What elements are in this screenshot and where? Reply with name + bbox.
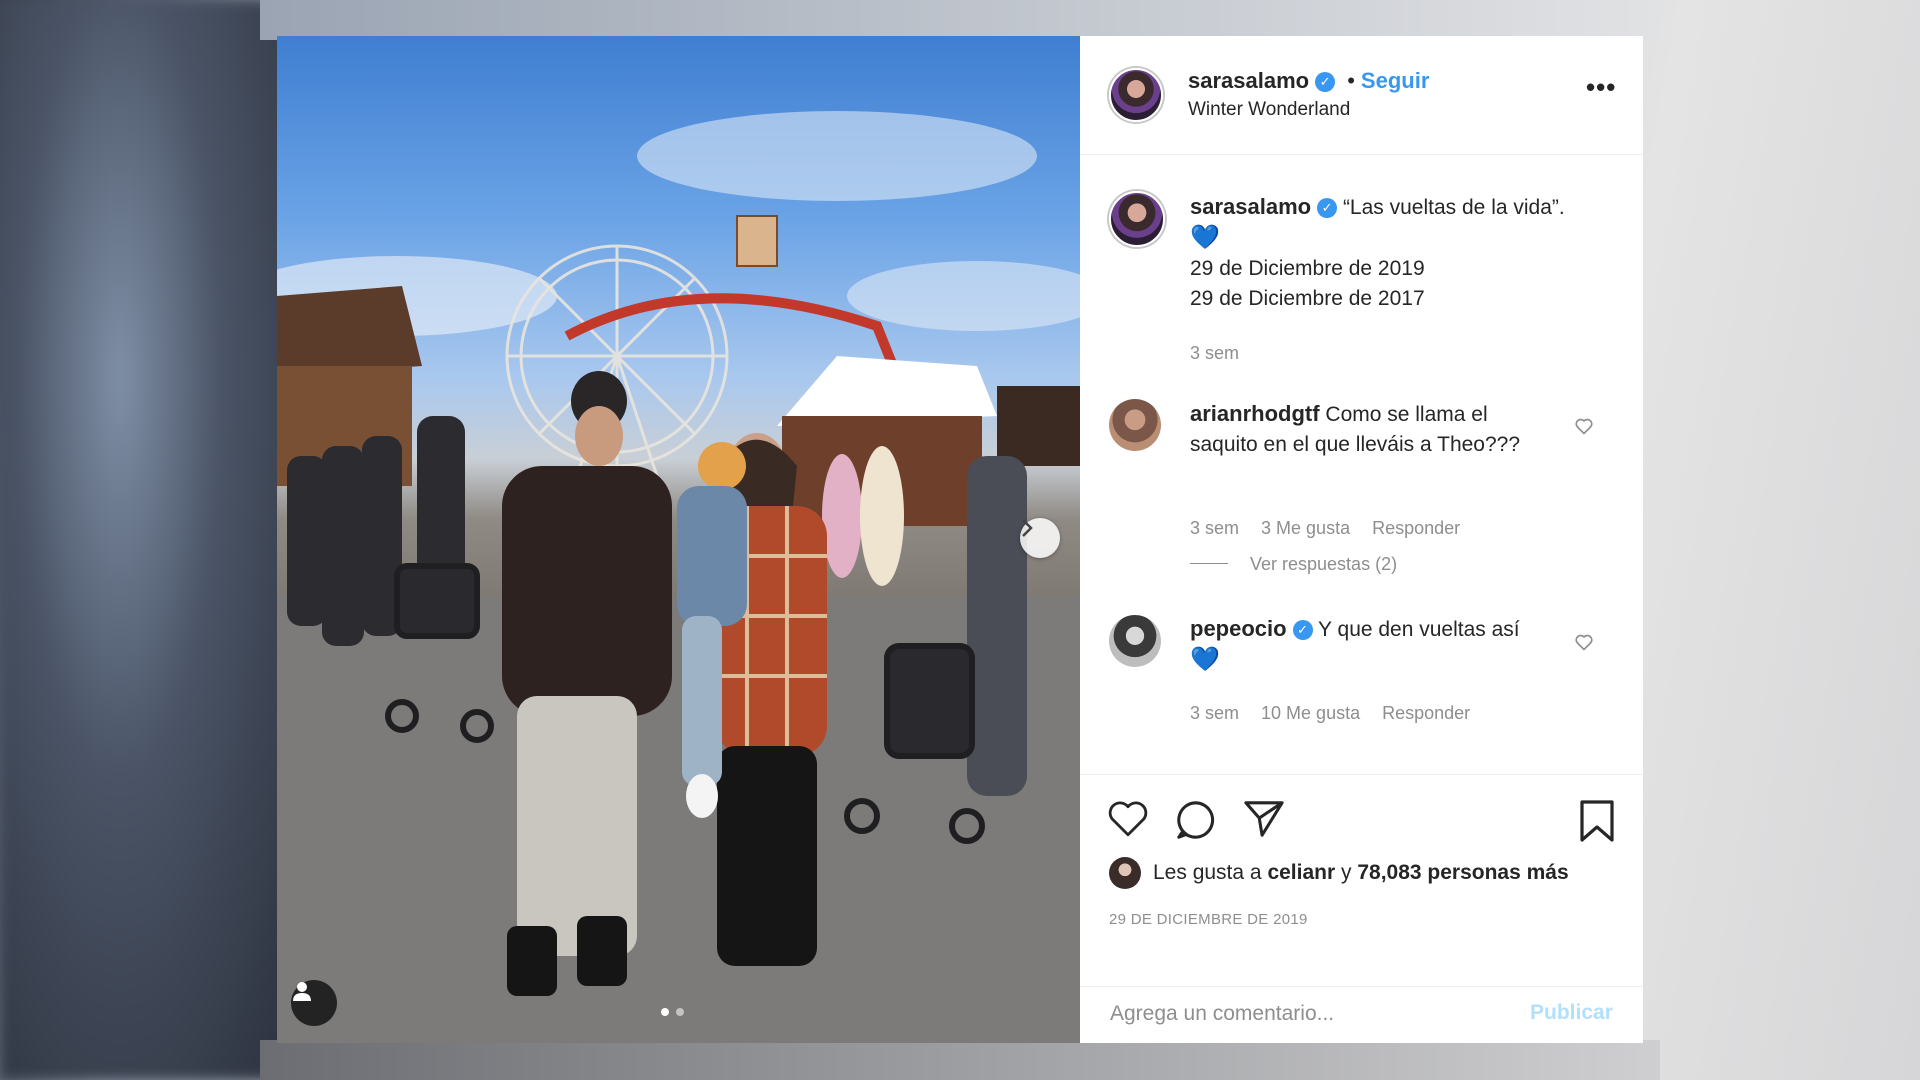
background-blur-left [0,0,300,1080]
verified-badge-icon: ✓ [1315,72,1336,92]
like-heart-icon[interactable] [1107,799,1149,839]
comment-bubble-icon[interactable] [1175,799,1217,841]
user-icon [293,982,311,1001]
carousel-dot-2 [676,1008,684,1016]
comment-username[interactable]: arianrhodgtf [1190,401,1320,426]
carousel-dot-1 [661,1008,669,1016]
caption-username[interactable]: sarasalamo [1190,194,1311,219]
like-comment-heart-icon[interactable] [1574,632,1594,652]
view-replies-button[interactable]: Ver respuestas (2) [1190,554,1419,575]
photo-illustration [277,111,1080,1043]
caption-time[interactable]: 3 sem [1190,343,1239,363]
caption-line-2: 29 de Diciembre de 2017 [1190,287,1425,310]
caption-line-1: 29 de Diciembre de 2019 [1190,257,1425,280]
like-comment-heart-icon[interactable] [1574,416,1594,436]
commenter-avatar[interactable] [1109,399,1161,451]
verified-badge-icon: ✓ [1317,198,1338,218]
post-photo[interactable] [277,36,1080,1043]
share-paper-plane-icon[interactable] [1243,799,1285,839]
view-replies-label: Ver respuestas (2) [1250,554,1398,574]
follow-button[interactable]: Seguir [1361,68,1429,93]
likes-prefix: Les gusta a [1153,861,1262,884]
next-slide-button[interactable] [1020,518,1060,558]
blue-heart-emoji: 💙 [1190,646,1220,673]
caption-avatar[interactable] [1109,191,1165,247]
blue-heart-emoji: 💙 [1190,224,1220,251]
carousel-indicator [661,1008,684,1016]
comment-time[interactable]: 3 sem [1190,518,1239,538]
comment-input[interactable] [1108,1001,1512,1027]
verified-badge-icon: ✓ [1292,620,1313,640]
replies-divider [1190,563,1228,564]
comment-likes[interactable]: 3 Me gusta [1261,518,1350,538]
caption: sarasalamo ✓ “Las vueltas de la vida”. 💙 … [1190,192,1610,314]
likes-conj: y [1341,861,1352,884]
reply-button[interactable]: Responder [1372,518,1460,538]
separator: • [1347,68,1355,93]
comment-meta: 3 sem 10 Me gusta Responder [1190,703,1492,724]
liker-username[interactable]: celianr [1267,861,1335,885]
author-name-row: sarasalamo ✓ • Seguir [1188,68,1429,94]
author-avatar[interactable] [1109,68,1163,122]
background-blur-bottom [260,1040,1660,1080]
post-side-panel: sarasalamo ✓ • Seguir Winter Wonderland ••… [1080,36,1643,1043]
chevron-right-icon [1022,519,1033,537]
tagged-users-button[interactable] [291,980,337,1026]
post-date: 29 DE DICIEMBRE DE 2019 [1109,911,1308,928]
comment-time[interactable]: 3 sem [1190,703,1239,723]
background-blur-top [260,0,1660,40]
comment-meta: 3 sem 3 Me gusta Responder [1190,518,1482,539]
post-actions: Les gusta a celianr y 78,083 personas má… [1080,774,1643,987]
post-location[interactable]: Winter Wonderland [1188,99,1350,121]
more-options-icon[interactable]: ••• [1586,72,1616,103]
commenter-avatar[interactable] [1109,615,1161,667]
bookmark-icon[interactable] [1578,799,1616,843]
comment-username[interactable]: pepeocio [1190,616,1287,641]
comment-body: arianrhodgtf Como se llama el saquito en… [1190,399,1560,460]
caption-text: “Las vueltas de la vida”. [1342,196,1565,219]
post-header: sarasalamo ✓ • Seguir Winter Wonderland ••… [1080,36,1643,155]
likes-summary[interactable]: Les gusta a celianr y 78,083 personas má… [1109,857,1569,889]
liker-avatar [1109,857,1141,889]
comment-likes[interactable]: 10 Me gusta [1261,703,1360,723]
reply-button[interactable]: Responder [1382,703,1470,723]
add-comment-bar: Publicar [1080,986,1643,1044]
publish-button[interactable]: Publicar [1530,1001,1613,1025]
comments-section[interactable]: sarasalamo ✓ “Las vueltas de la vida”. 💙 … [1080,155,1643,774]
comment-body: pepeocio ✓ Y que den vueltas así 💙 [1190,614,1570,676]
comment-text: Y que den vueltas así [1318,618,1520,641]
caption-meta: 3 sem [1190,343,1261,364]
author-username[interactable]: sarasalamo [1188,68,1309,93]
likes-count[interactable]: 78,083 personas más [1357,861,1568,885]
